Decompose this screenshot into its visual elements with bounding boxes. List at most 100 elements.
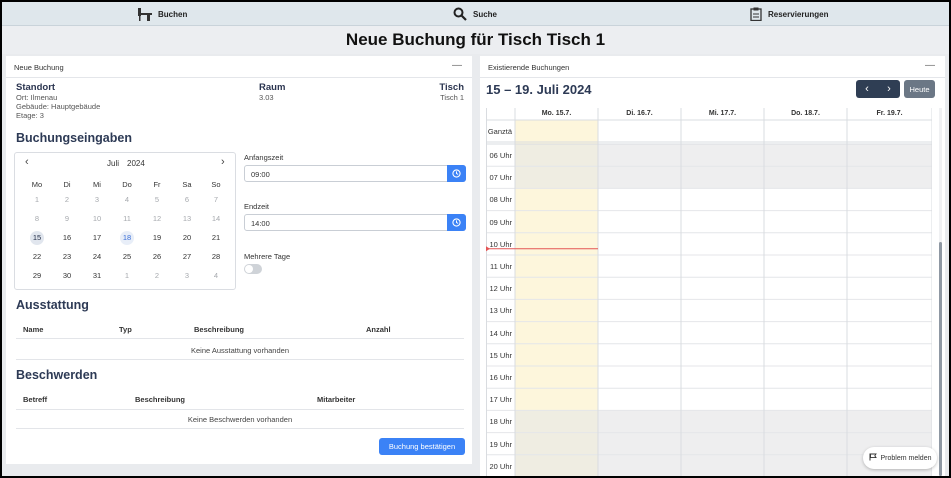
calendar-day[interactable]: 1	[22, 193, 52, 207]
calendar-day[interactable]: 28	[201, 250, 231, 264]
calendar-day[interactable]: 22	[22, 250, 52, 264]
panel-title: Neue Buchung	[14, 63, 64, 72]
calendar-day[interactable]: 24	[82, 250, 112, 264]
hour-label: 13 Uhr	[489, 306, 512, 316]
collapse-icon[interactable]: —	[452, 60, 462, 71]
report-problem-label: Problem melden	[880, 454, 932, 462]
hour-label: 18 Uhr	[489, 417, 512, 427]
week-calendar-grid[interactable]: Mo. 15.7. Di. 16.7. Mi. 17.7. Do. 18.7. Fr. …	[486, 108, 932, 476]
next-month-button[interactable]: ›	[221, 156, 225, 168]
hour-label: 17 Uhr	[489, 395, 512, 405]
day-header[interactable]: Fr. 19.7.	[847, 108, 932, 120]
calendar-day[interactable]: 3	[82, 193, 112, 207]
day-header[interactable]: Mi. 17.7.	[681, 108, 764, 120]
calendar-day[interactable]: 15	[22, 231, 52, 245]
calendar-year[interactable]: 2024	[127, 159, 145, 168]
calendar-day-number: 2	[64, 195, 70, 204]
collapse-icon[interactable]: —	[925, 60, 935, 71]
calendar-day[interactable]: 5	[142, 193, 172, 207]
calendar-day-number: 2	[154, 271, 160, 280]
prev-month-button[interactable]: ‹	[25, 156, 29, 168]
calendar-day[interactable]: 7	[201, 193, 231, 207]
clipboard-icon	[750, 7, 762, 21]
nav-book[interactable]: Buchen	[138, 2, 187, 26]
weekday-header: Di	[63, 180, 71, 189]
calendar-day[interactable]: 6	[172, 193, 202, 207]
calendar-day[interactable]: 29	[22, 269, 52, 283]
toggle-knob	[245, 265, 253, 273]
calendar-day[interactable]: 25	[112, 250, 142, 264]
calendar-day-number: 9	[64, 214, 70, 223]
multi-day-toggle[interactable]	[244, 264, 262, 274]
calendar-day[interactable]: 2	[52, 193, 82, 207]
calendar-day[interactable]: 17	[82, 231, 112, 245]
prev-week-button[interactable]: ‹	[856, 82, 878, 96]
end-time-value: 14:00	[251, 219, 270, 228]
calendar-day[interactable]: 3	[172, 269, 202, 283]
weekday-header: So	[211, 180, 221, 189]
existing-bookings-panel-header: Existierende Buchungen —	[480, 56, 945, 78]
calendar-day-number: 5	[154, 195, 160, 204]
day-header[interactable]: Mo. 15.7.	[515, 108, 598, 120]
divider	[16, 359, 464, 360]
scrollbar-thumb[interactable]	[939, 242, 942, 476]
calendar-day[interactable]: 8	[22, 212, 52, 226]
calendar-day[interactable]: 14	[201, 212, 231, 226]
calendar-day[interactable]: 16	[52, 231, 82, 245]
calendar-day[interactable]: 2	[142, 269, 172, 283]
calendar-day[interactable]: 18	[112, 231, 142, 245]
calendar-day-number: 22	[32, 252, 42, 261]
calendar-day[interactable]: 26	[142, 250, 172, 264]
start-time-picker-button[interactable]	[447, 165, 466, 182]
calendar-day-number: 7	[213, 195, 219, 204]
calendar-day[interactable]: 31	[82, 269, 112, 283]
end-time-input[interactable]: 14:00	[244, 214, 466, 231]
calendar-day[interactable]: 21	[201, 231, 231, 245]
start-time-value: 09:00	[251, 170, 270, 179]
nav-reservations[interactable]: Reservierungen	[750, 2, 828, 26]
weekday-header: Mi	[93, 180, 101, 189]
calendar-day[interactable]: 13	[172, 212, 202, 226]
calendar-day[interactable]: 20	[172, 231, 202, 245]
weekday-header: Do	[122, 180, 132, 189]
next-week-button[interactable]: ›	[878, 82, 900, 96]
search-icon	[453, 7, 467, 21]
start-time-input[interactable]: 09:00	[244, 165, 466, 182]
calendar-day[interactable]: 11	[112, 212, 142, 226]
title-bar: Neue Buchung für Tisch Tisch 1	[2, 26, 949, 54]
end-time-picker-button[interactable]	[447, 214, 466, 231]
calendar-month[interactable]: Juli	[107, 159, 119, 168]
multi-day-label: Mehrere Tage	[244, 252, 291, 261]
hour-label: 10 Uhr	[489, 239, 512, 249]
calendar-day[interactable]: 30	[52, 269, 82, 283]
calendar-day-number: 3	[184, 271, 190, 280]
calendar-day-number: 1	[34, 195, 40, 204]
calendar-day-number: 1	[124, 271, 130, 280]
calendar-day-number: 30	[62, 271, 72, 280]
weekday-header: Fr	[153, 180, 161, 189]
day-header[interactable]: Di. 16.7.	[598, 108, 681, 120]
today-button[interactable]: Heute	[904, 80, 935, 98]
nav-search[interactable]: Suche	[453, 2, 497, 26]
calendar-day[interactable]: 4	[201, 269, 231, 283]
calendar-day[interactable]: 12	[142, 212, 172, 226]
calendar-day[interactable]: 27	[172, 250, 202, 264]
calendar-day[interactable]: 9	[52, 212, 82, 226]
complaints-col-subject: Betreff	[23, 395, 48, 404]
room-label: Raum	[259, 82, 286, 93]
confirm-booking-button[interactable]: Buchung bestätigen	[379, 438, 465, 455]
calendar-day-number: 10	[92, 214, 102, 223]
today-off-hours	[515, 410, 598, 476]
calendar-day[interactable]: 19	[142, 231, 172, 245]
day-header[interactable]: Do. 18.7.	[764, 108, 847, 120]
calendar-day[interactable]: 23	[52, 250, 82, 264]
calendar-day[interactable]: 4	[112, 193, 142, 207]
new-booking-panel: Neue Buchung — Standort Ort: Ilmenau Geb…	[6, 56, 472, 464]
hour-label: 14 Uhr	[489, 328, 512, 338]
report-problem-button[interactable]: Problem melden	[863, 447, 937, 469]
calendar-day[interactable]: 1	[112, 269, 142, 283]
clock-icon	[452, 218, 461, 227]
calendar-day-number: 23	[62, 252, 72, 261]
calendar-day[interactable]: 10	[82, 212, 112, 226]
weekday-header: Mo	[31, 180, 43, 189]
